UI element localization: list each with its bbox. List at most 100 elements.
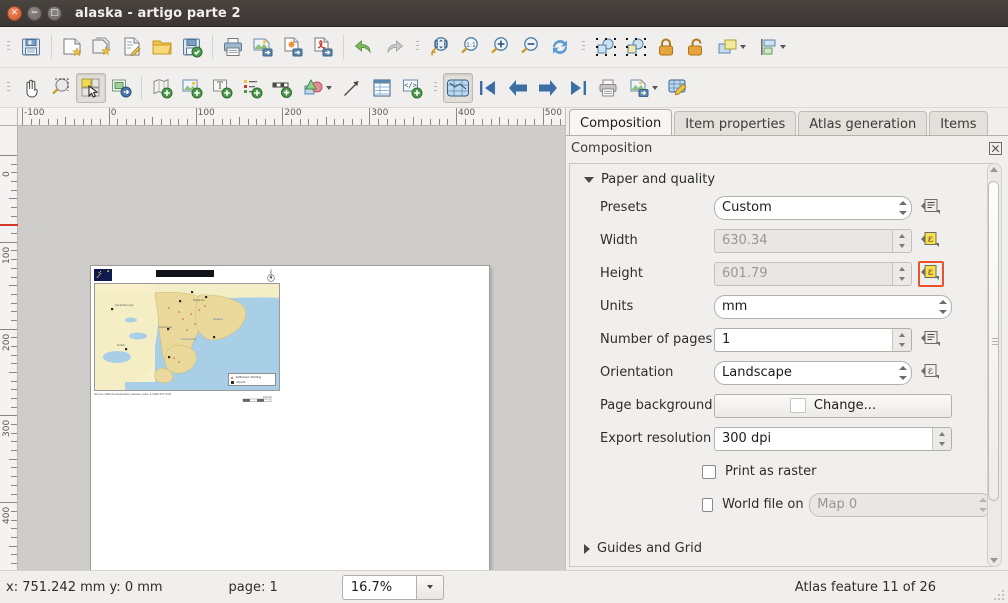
select-all-button[interactable] xyxy=(591,32,621,62)
deselect-all-button[interactable] xyxy=(621,32,651,62)
print-as-raster-checkbox[interactable] xyxy=(702,464,716,479)
tab-items[interactable]: Items xyxy=(929,111,988,136)
add-scalebar-button[interactable] xyxy=(267,73,297,103)
map-item[interactable]: Denali Borough Anchorage Fairbanks Kodia… xyxy=(94,283,280,391)
tab-composition[interactable]: Composition xyxy=(569,109,673,136)
width-input[interactable]: 630.34 xyxy=(714,228,912,253)
export-resolution-input[interactable]: 300 dpi xyxy=(714,426,952,451)
group-guides-and-grid[interactable]: Guides and Grid xyxy=(570,521,992,560)
unlock-items-button[interactable] xyxy=(681,32,711,62)
add-arrow-button[interactable] xyxy=(337,73,367,103)
atlas-first-feature-button[interactable] xyxy=(473,73,503,103)
height-data-defined-override-button[interactable]: ε xyxy=(918,260,944,287)
atlas-previous-feature-button[interactable] xyxy=(503,73,533,103)
scalebar-item[interactable]: 100 km xyxy=(241,392,277,402)
scroll-down-icon[interactable] xyxy=(990,558,998,563)
height-stepper[interactable] xyxy=(892,262,911,285)
add-shape-button[interactable] xyxy=(297,73,337,103)
atlas-settings-button[interactable] xyxy=(663,73,693,103)
orientation-combobox[interactable]: Landscape xyxy=(714,360,912,385)
atlas-next-feature-button[interactable] xyxy=(533,73,563,103)
export-image-button[interactable] xyxy=(248,32,278,62)
new-composition-button[interactable] xyxy=(57,32,87,62)
number-of-pages-input[interactable]: 1 xyxy=(714,327,912,352)
undo-button[interactable] xyxy=(349,32,379,62)
atlas-preview-button[interactable] xyxy=(443,72,473,103)
zoom-level-input[interactable]: 16.7% xyxy=(341,574,416,600)
alaska-flag-image-item[interactable] xyxy=(94,269,112,281)
scrollbar-thumb[interactable] xyxy=(988,181,999,501)
duplicate-composition-button[interactable] xyxy=(87,32,117,62)
toolbar-grip[interactable] xyxy=(579,36,588,58)
export-pdf-button[interactable] xyxy=(308,32,338,62)
toolbar-grip[interactable] xyxy=(4,77,13,99)
height-input[interactable]: 601.79 xyxy=(714,261,912,286)
add-attribute-table-button[interactable] xyxy=(367,73,397,103)
map-title-label-item[interactable] xyxy=(156,270,214,277)
number-of-pages-stepper[interactable] xyxy=(892,328,911,351)
page-background-change-button[interactable]: Change... xyxy=(714,393,952,418)
minimize-icon[interactable]: − xyxy=(27,5,42,21)
group-paper-and-quality[interactable]: Paper and quality xyxy=(570,164,992,191)
presets-combobox[interactable]: Custom xyxy=(714,195,912,220)
units-stepper[interactable] xyxy=(936,297,949,317)
presets-stepper[interactable] xyxy=(896,198,909,218)
zoom-level-dropdown-button[interactable] xyxy=(415,574,444,600)
lock-items-button[interactable] xyxy=(651,32,681,62)
width-data-defined-override-button[interactable]: ε xyxy=(918,228,944,254)
toolbar-grip[interactable] xyxy=(4,36,13,58)
move-item-content-button[interactable] xyxy=(106,73,136,103)
select-move-item-button[interactable] xyxy=(76,72,106,103)
export-svg-button[interactable] xyxy=(278,32,308,62)
refresh-view-button[interactable] xyxy=(545,32,575,62)
save-project-button[interactable] xyxy=(16,32,46,62)
save-as-template-button[interactable] xyxy=(177,32,207,62)
add-html-frame-button[interactable]: </> xyxy=(397,73,427,103)
export-resolution-stepper[interactable] xyxy=(932,427,951,450)
north-arrow-image-item[interactable] xyxy=(266,269,276,283)
world-file-on-checkbox[interactable] xyxy=(702,497,714,512)
atlas-export-image-button[interactable] xyxy=(623,73,663,103)
chevron-down-icon[interactable] xyxy=(651,85,658,90)
zoom-out-button[interactable] xyxy=(515,32,545,62)
tab-atlas-generation[interactable]: Atlas generation xyxy=(798,111,928,136)
orientation-data-defined-override-button[interactable]: ε xyxy=(918,360,944,386)
toolbar-grip[interactable] xyxy=(413,36,422,58)
attribution-label-item[interactable]: Source: Data borough-level, Census, area… xyxy=(94,393,171,396)
zoom-full-button[interactable] xyxy=(425,32,455,62)
toolbar-grip[interactable] xyxy=(431,77,440,99)
presets-data-defined-override-button[interactable] xyxy=(918,195,944,221)
zoom-in-button[interactable] xyxy=(485,32,515,62)
chevron-down-icon[interactable] xyxy=(779,45,786,49)
panel-vertical-scrollbar[interactable] xyxy=(987,163,1002,567)
close-panel-icon[interactable] xyxy=(989,142,1002,155)
number-of-pages-data-defined-override-button[interactable] xyxy=(918,327,944,353)
scroll-up-icon[interactable] xyxy=(990,167,998,172)
maximize-icon[interactable]: □ xyxy=(47,5,62,21)
add-map-button[interactable] xyxy=(147,73,177,103)
legend-item[interactable]: Settlement / Building airports xyxy=(228,373,276,386)
window-resize-grip[interactable] xyxy=(992,588,1005,601)
add-label-button[interactable]: T xyxy=(207,73,237,103)
tab-item-properties[interactable]: Item properties xyxy=(674,111,797,136)
zoom-tool-button[interactable] xyxy=(46,73,76,103)
width-stepper[interactable] xyxy=(892,229,911,252)
print-composition-button[interactable] xyxy=(218,32,248,62)
units-combobox[interactable]: mm xyxy=(714,294,952,319)
chevron-down-icon[interactable] xyxy=(739,45,746,49)
composer-manager-button[interactable] xyxy=(117,32,147,62)
chevron-down-icon[interactable] xyxy=(325,85,332,90)
align-items-button[interactable] xyxy=(751,32,791,62)
close-icon[interactable]: ✕ xyxy=(7,5,22,21)
zoom-level-control[interactable]: 16.7% xyxy=(341,574,444,600)
orientation-stepper[interactable] xyxy=(896,363,909,383)
atlas-print-button[interactable] xyxy=(593,73,623,103)
composition-canvas-area[interactable]: -1000100200300400500600700 0100200300400… xyxy=(0,108,566,570)
raise-lower-button[interactable] xyxy=(711,32,751,62)
redo-button[interactable] xyxy=(379,32,409,62)
composition-page[interactable]: Denali Borough Anchorage Fairbanks Kodia… xyxy=(90,265,490,570)
add-image-button[interactable] xyxy=(177,73,207,103)
add-legend-button[interactable] xyxy=(237,73,267,103)
atlas-last-feature-button[interactable] xyxy=(563,73,593,103)
zoom-actual-button[interactable]: 1:1 xyxy=(455,32,485,62)
